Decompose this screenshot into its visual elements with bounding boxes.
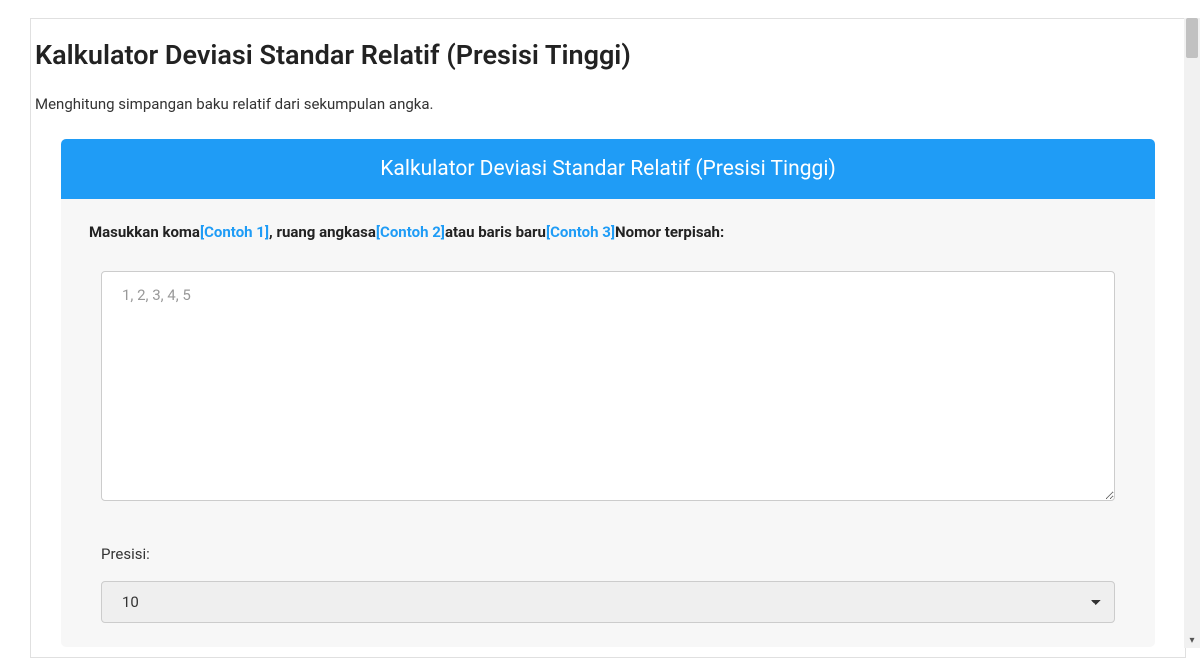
panel-header: Kalkulator Deviasi Standar Relatif (Pres…: [61, 139, 1155, 199]
page-description: Menghitung simpangan baku relatif dari s…: [31, 95, 1185, 113]
main-container: Kalkulator Deviasi Standar Relatif (Pres…: [30, 18, 1186, 658]
numbers-input[interactable]: [101, 271, 1115, 501]
input-instructions: Masukkan koma[Contoh 1], ruang angkasa[C…: [89, 223, 1127, 241]
label-text-1: Masukkan koma: [89, 223, 200, 241]
label-text-4: Nomor terpisah:: [615, 223, 724, 241]
textarea-wrapper: [89, 271, 1127, 505]
precision-select[interactable]: 10: [101, 581, 1115, 623]
label-text-3: atau baris baru: [445, 223, 546, 241]
panel-body: Masukkan koma[Contoh 1], ruang angkasa[C…: [61, 199, 1155, 647]
scrollbar-thumb[interactable]: [1186, 18, 1198, 58]
example-3-link[interactable]: [Contoh 3]: [546, 223, 615, 241]
scrollbar-track[interactable]: ▾: [1184, 18, 1200, 648]
page-title: Kalkulator Deviasi Standar Relatif (Pres…: [31, 39, 1185, 71]
precision-label: Presisi:: [101, 545, 1115, 563]
calculator-panel: Kalkulator Deviasi Standar Relatif (Pres…: [61, 139, 1155, 647]
example-1-link[interactable]: [Contoh 1]: [200, 223, 269, 241]
label-text-2: , ruang angkasa: [269, 223, 376, 241]
example-2-link[interactable]: [Contoh 2]: [376, 223, 445, 241]
precision-section: Presisi: 10: [89, 545, 1127, 623]
scrollbar-down-arrow-icon[interactable]: ▾: [1184, 632, 1200, 648]
